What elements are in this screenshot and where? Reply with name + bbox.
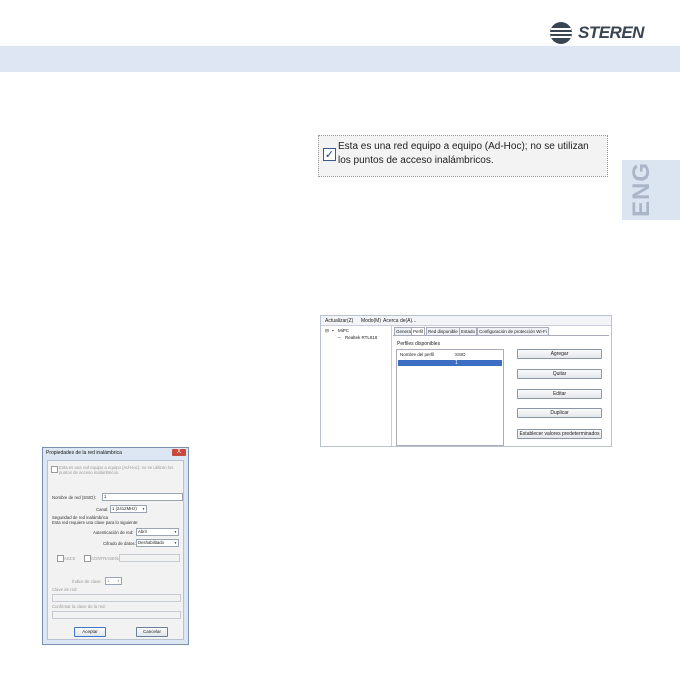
password-label: CONTRASEÑA xyxy=(91,556,121,561)
tree-item-adapter[interactable]: Realtek RTL818 xyxy=(345,335,377,340)
column-header-profile-name[interactable]: Nombre del perfil xyxy=(400,352,434,357)
adhoc-option-label: Esta es una red equipo a equipo (Ad-Hoc)… xyxy=(338,141,589,166)
tab-profile[interactable]: Perfil xyxy=(411,327,426,335)
ssid-field[interactable]: 1 xyxy=(102,493,183,501)
device-tree: ⊟ ▪ MiPC ╌ Realtek RTL818 xyxy=(323,327,389,442)
menu-bar: Actualizar(Z) Modo(M) Acerca de(A)... xyxy=(321,316,611,326)
tab-status[interactable]: Estado xyxy=(459,327,478,335)
confirm-key-label: Confirmar la clave de la red: xyxy=(52,604,106,609)
selected-profile-ssid: 1 xyxy=(455,360,458,366)
network-adapter-icon: ╌ xyxy=(338,335,341,340)
list-item[interactable]: 1 xyxy=(398,360,502,366)
language-tab-label: ENG xyxy=(628,161,655,217)
duplicate-profile-button[interactable]: Duplicar xyxy=(517,408,602,418)
ok-button[interactable]: Aceptar xyxy=(74,627,106,637)
computer-icon: ▪ xyxy=(332,328,334,333)
profile-manager-window: Actualizar(Z) Modo(M) Acerca de(A)... ⊟ … xyxy=(320,315,612,447)
header-blue-bar xyxy=(0,46,680,72)
channel-select[interactable]: 1 (2412MHz) xyxy=(110,505,147,513)
auth-label: Autenticación de red: xyxy=(93,530,134,535)
available-profiles-label: Perfiles disponibles xyxy=(397,341,441,347)
encryption-label: Cifrado de datos: xyxy=(103,541,136,546)
profile-list[interactable]: Nombre del perfil SSID 1 xyxy=(396,349,504,446)
confirm-key-field[interactable] xyxy=(52,611,181,619)
cancel-button[interactable]: Cancelar xyxy=(136,627,168,637)
network-key-field[interactable] xyxy=(52,594,181,602)
auth-select[interactable]: Abrir xyxy=(136,528,179,536)
menu-item-about[interactable]: Acerca de(A)... xyxy=(383,318,416,324)
tree-expand-icon[interactable]: ⊟ xyxy=(325,328,329,334)
close-icon[interactable]: X xyxy=(172,449,186,456)
add-profile-button[interactable]: Agregar xyxy=(517,349,602,359)
key-index-label: Índice de clave xyxy=(72,579,101,584)
key-index-select[interactable]: 1 xyxy=(105,577,122,585)
tab-available-networks[interactable]: Red disponible xyxy=(426,327,460,335)
adhoc-line-2: puntos de acceso inalámbricos. xyxy=(59,470,120,475)
adhoc-option-panel: ✓ Esta es una red equipo a equipo (Ad-Ho… xyxy=(318,135,608,177)
adhoc-checkbox[interactable]: ✓ xyxy=(323,148,336,161)
dialog-body: Esta es una red equipo a equipo (Ad-Hoc)… xyxy=(47,460,184,640)
password-field[interactable] xyxy=(119,554,180,562)
ssid-label: Nombre de red (SSID): xyxy=(52,495,96,500)
encryption-select[interactable]: Deshabilitado xyxy=(136,539,179,547)
edit-profile-button[interactable]: Editar xyxy=(517,389,602,399)
channel-label: Canal: xyxy=(96,507,109,512)
menu-item-mode[interactable]: Modo(M) xyxy=(361,318,381,324)
dialog-title: Propiedades de la red inalámbrica xyxy=(46,450,122,456)
tree-item-mypc[interactable]: MiPC xyxy=(338,328,349,333)
wireless-properties-dialog: Propiedades de la red inalámbrica X Esta… xyxy=(42,447,189,645)
ascii-label: ASCII xyxy=(64,556,76,561)
remove-profile-button[interactable]: Quitar xyxy=(517,369,602,379)
brand-wordmark: STEREN xyxy=(578,23,644,42)
column-header-ssid[interactable]: SSID xyxy=(455,352,466,357)
pane-splitter[interactable] xyxy=(391,325,392,446)
menu-item-update[interactable]: Actualizar(Z) xyxy=(325,318,353,324)
adhoc-checkbox-small[interactable] xyxy=(51,466,58,473)
ascii-checkbox[interactable] xyxy=(57,555,64,562)
tab-wifi-protection[interactable]: Configuración de protección Wi-Fi xyxy=(477,327,549,335)
network-key-label: Clave de red: xyxy=(52,587,78,592)
security-description: Esta red requiere una clave para lo sigu… xyxy=(52,520,139,525)
set-default-button[interactable]: Establecer valores predeterminados xyxy=(517,429,602,439)
tab-strip: General Perfil Red disponible Estado Con… xyxy=(393,327,609,336)
password-checkbox[interactable] xyxy=(84,555,91,562)
